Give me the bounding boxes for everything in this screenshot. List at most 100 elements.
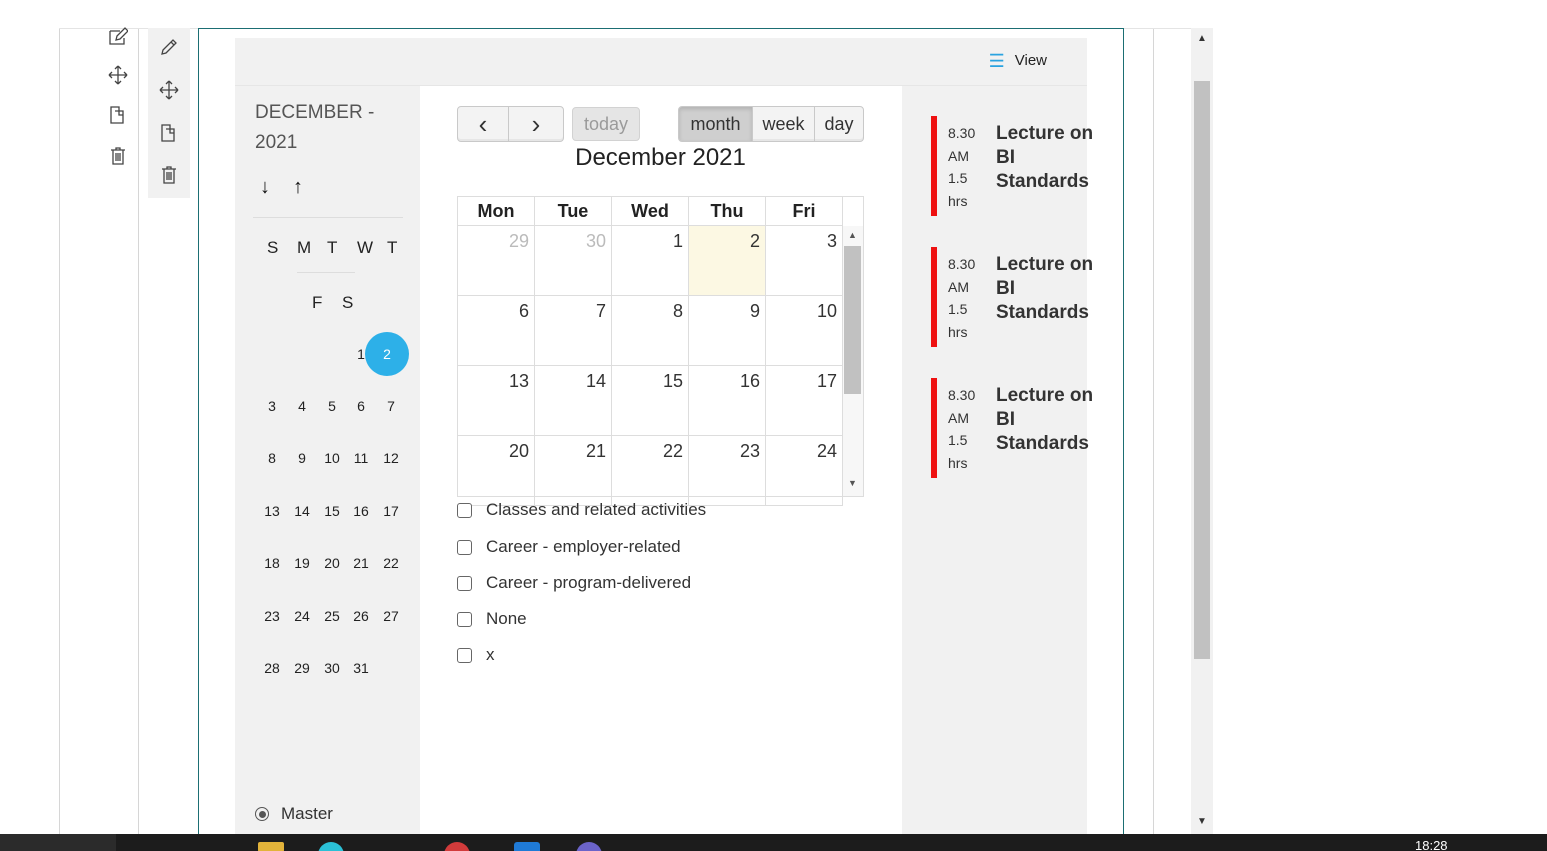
mini-day[interactable]: 5 — [319, 398, 345, 414]
mini-day[interactable]: 30 — [319, 660, 345, 676]
scroll-down-icon[interactable]: ▼ — [848, 478, 857, 488]
mini-day[interactable]: 15 — [319, 503, 345, 519]
filter-checkbox-row[interactable]: x — [457, 645, 495, 665]
view-button[interactable]: ☰ View — [989, 52, 1047, 70]
mini-day[interactable]: 26 — [348, 608, 374, 624]
filter-checkbox-row[interactable]: Career - program-delivered — [457, 573, 691, 593]
event-time: 8.30 AM 1.5 hrs — [948, 253, 988, 343]
day-cell[interactable]: 15 — [612, 366, 689, 436]
scroll-thumb[interactable] — [844, 246, 861, 394]
day-cell[interactable]: 13 — [458, 366, 535, 436]
mini-day[interactable]: 31 — [348, 660, 374, 676]
day-cell[interactable]: 1 — [612, 226, 689, 296]
day-cell[interactable]: 3 — [766, 226, 843, 296]
day-cell[interactable]: 29 — [458, 226, 535, 296]
left-border-line — [59, 28, 60, 834]
copy-icon[interactable] — [158, 122, 180, 144]
day-cell[interactable]: 16 — [689, 366, 766, 436]
mini-day[interactable]: 28 — [259, 660, 285, 676]
app-icon[interactable] — [318, 842, 344, 851]
prev-button[interactable]: ‹ — [458, 107, 509, 141]
column-header: Wed — [612, 197, 689, 226]
mini-day-selected[interactable]: 2 — [365, 332, 409, 376]
mini-day[interactable]: 21 — [348, 555, 374, 571]
mini-day[interactable]: 10 — [319, 450, 345, 466]
page-scrollbar[interactable]: ▲ ▼ — [1191, 28, 1213, 834]
today-button[interactable]: today — [572, 107, 640, 141]
mini-day[interactable]: 11 — [348, 450, 374, 466]
mini-day[interactable]: 13 — [259, 503, 285, 519]
day-cell[interactable]: 8 — [612, 296, 689, 366]
pencil-icon[interactable] — [158, 36, 180, 58]
editor-icon[interactable] — [514, 842, 540, 851]
trash-icon[interactable] — [107, 145, 129, 167]
grid-scrollbar[interactable]: ▲ ▼ — [843, 226, 863, 496]
mini-day[interactable]: 4 — [289, 398, 315, 414]
mini-day[interactable]: 3 — [259, 398, 285, 414]
day-cell[interactable]: 6 — [458, 296, 535, 366]
week-view-button[interactable]: week — [753, 107, 815, 141]
checkbox[interactable] — [457, 502, 472, 518]
mini-day[interactable]: 29 — [289, 660, 315, 676]
teams-icon[interactable] — [576, 842, 602, 851]
scroll-down-icon[interactable]: ▼ — [1197, 816, 1207, 827]
arrow-up-icon[interactable]: ↑ — [293, 176, 303, 199]
checkbox[interactable] — [457, 647, 472, 663]
day-cell[interactable]: 9 — [689, 296, 766, 366]
mini-day[interactable]: 9 — [289, 450, 315, 466]
taskbar-clock[interactable]: 18:28 — [1415, 838, 1448, 851]
mini-day[interactable]: 20 — [319, 555, 345, 571]
mini-day[interactable]: 12 — [378, 450, 404, 466]
mini-day[interactable]: 16 — [348, 503, 374, 519]
day-cell[interactable]: 14 — [535, 366, 612, 436]
mini-day[interactable]: 6 — [348, 398, 374, 414]
mini-day[interactable]: 8 — [259, 450, 285, 466]
move-icon[interactable] — [107, 64, 129, 86]
edit-icon[interactable] — [107, 26, 129, 48]
day-cell[interactable]: 21 — [535, 436, 612, 506]
day-cell[interactable]: 30 — [535, 226, 612, 296]
day-cell[interactable]: 10 — [766, 296, 843, 366]
next-button[interactable]: › — [509, 107, 563, 141]
filter-checkbox-row[interactable]: Classes and related activities — [457, 500, 706, 520]
scroll-up-icon[interactable]: ▲ — [848, 230, 857, 240]
day-cell[interactable]: 2 — [689, 226, 766, 296]
browser-icon[interactable] — [444, 842, 470, 851]
event-title: Lecture on BI Standards — [996, 123, 1094, 192]
checkbox[interactable] — [457, 611, 472, 627]
day-cell[interactable]: 24 — [766, 436, 843, 506]
mini-day[interactable]: 7 — [378, 398, 404, 414]
scroll-thumb[interactable] — [1194, 81, 1210, 659]
move-icon[interactable] — [158, 79, 180, 101]
filter-checkbox-row[interactable]: Career - employer-related — [457, 537, 681, 557]
mini-day[interactable]: 17 — [378, 503, 404, 519]
arrow-down-icon[interactable]: ↓ — [260, 176, 270, 199]
mini-day[interactable]: 25 — [319, 608, 345, 624]
mini-day[interactable]: 27 — [378, 608, 404, 624]
master-radio[interactable]: Master — [255, 804, 333, 824]
day-cell[interactable]: 22 — [612, 436, 689, 506]
mini-day[interactable]: 24 — [289, 608, 315, 624]
day-view-button[interactable]: day — [815, 107, 863, 141]
mini-day[interactable]: 18 — [259, 555, 285, 571]
day-cell[interactable]: 23 — [689, 436, 766, 506]
copy-icon[interactable] — [107, 104, 129, 126]
mini-day[interactable]: 14 — [289, 503, 315, 519]
mini-day[interactable]: 23 — [259, 608, 285, 624]
month-view-button[interactable]: month — [679, 107, 753, 141]
event-item[interactable]: 8.30 AM 1.5 hrs Lecture on BI Standards — [931, 116, 1093, 216]
scroll-up-icon[interactable]: ▲ — [1197, 33, 1207, 44]
event-item[interactable]: 8.30 AM 1.5 hrs Lecture on BI Standards — [931, 378, 1093, 478]
filter-checkbox-row[interactable]: None — [457, 609, 527, 629]
day-cell[interactable]: 7 — [535, 296, 612, 366]
trash-icon[interactable] — [158, 164, 180, 186]
event-item[interactable]: 8.30 AM 1.5 hrs Lecture on BI Standards — [931, 247, 1093, 347]
checkbox[interactable] — [457, 575, 472, 591]
day-cell[interactable]: 20 — [458, 436, 535, 506]
folder-icon[interactable] — [258, 842, 284, 851]
checkbox[interactable] — [457, 539, 472, 555]
mini-day[interactable]: 19 — [289, 555, 315, 571]
taskbar-search-area[interactable] — [0, 834, 116, 851]
day-cell[interactable]: 17 — [766, 366, 843, 436]
mini-day[interactable]: 22 — [378, 555, 404, 571]
